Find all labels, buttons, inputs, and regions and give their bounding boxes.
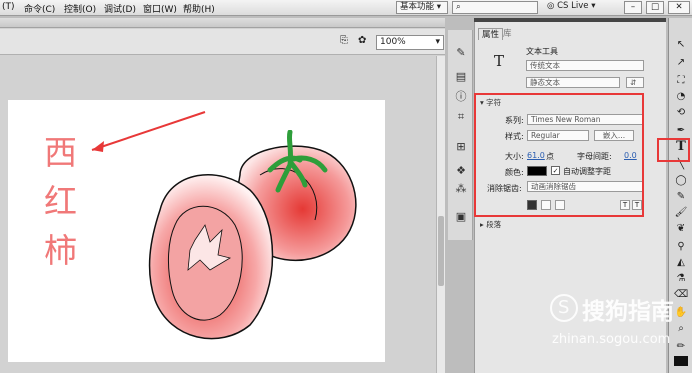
sogou-logo-icon: S xyxy=(550,294,578,322)
hand-tool-icon[interactable]: ✋ xyxy=(674,306,688,319)
lasso-tool-icon[interactable]: ⟲ xyxy=(674,106,688,119)
eraser-tool-icon[interactable]: ⌫ xyxy=(674,288,688,301)
pencil-tool-icon[interactable]: ✎ xyxy=(674,190,688,203)
tab-library[interactable]: 库 xyxy=(500,28,515,40)
free-transform-tool-icon[interactable]: ⛶ xyxy=(674,74,688,87)
transform-icon[interactable]: ⌗ xyxy=(454,110,468,123)
watermark-url: zhinan.sogou.com xyxy=(552,332,671,347)
3d-rotation-tool-icon[interactable]: ◔ xyxy=(674,90,688,103)
library-icon[interactable]: ▣ xyxy=(454,210,468,223)
text-direction-button[interactable]: ⇵ xyxy=(626,77,644,88)
zoom-tool-icon[interactable]: ⌕ xyxy=(674,322,688,335)
oval-tool-icon[interactable]: ◯ xyxy=(674,174,688,187)
paint-bucket-tool-icon[interactable]: ◭ xyxy=(674,256,688,269)
text-kind-select[interactable]: 传统文本 xyxy=(526,60,644,71)
info-icon[interactable]: ⓘ xyxy=(454,90,468,103)
arrow-to-text xyxy=(91,111,206,151)
highlight-character-section xyxy=(474,93,644,217)
align-icon[interactable]: ⊞ xyxy=(454,140,468,153)
text-type-value: 静态文本 xyxy=(530,78,560,87)
section-paragraph[interactable]: ▸ 段落 xyxy=(480,219,502,229)
eyedropper-tool-icon[interactable]: ⚗ xyxy=(674,272,688,285)
text-kind-value: 传统文本 xyxy=(530,61,560,70)
swatches-icon[interactable]: ▤ xyxy=(454,70,468,83)
section-paragraph-label: 段落 xyxy=(486,220,502,229)
watermark-brand: 搜狗指南 xyxy=(582,299,674,325)
color-panel-icon[interactable]: ✎ xyxy=(454,46,468,59)
stroke-color-icon[interactable]: ✏ xyxy=(674,340,688,353)
motion-icon[interactable]: ⁂ xyxy=(454,182,468,195)
deco-tool-icon[interactable]: ❦ xyxy=(674,222,688,235)
text-tool-glyph-icon: T xyxy=(494,52,505,70)
tool-name: 文本工具 xyxy=(526,47,558,56)
bone-tool-icon[interactable]: ⚲ xyxy=(674,240,688,253)
highlight-text-tool xyxy=(657,138,690,162)
components-icon[interactable]: ❖ xyxy=(454,164,468,177)
pen-tool-icon[interactable]: ✒ xyxy=(674,124,688,137)
panel-icon-strip: ✎ ▤ ⓘ ⌗ ⊞ ❖ ⁂ ▣ xyxy=(448,30,473,240)
subselection-tool-icon[interactable]: ↗ xyxy=(674,56,688,69)
brush-tool-icon[interactable]: 🖌 xyxy=(674,206,688,219)
fill-color-swatch[interactable] xyxy=(674,356,688,366)
selection-tool-icon[interactable]: ↖ xyxy=(674,38,688,51)
text-type-select[interactable]: 静态文本 xyxy=(526,77,620,88)
